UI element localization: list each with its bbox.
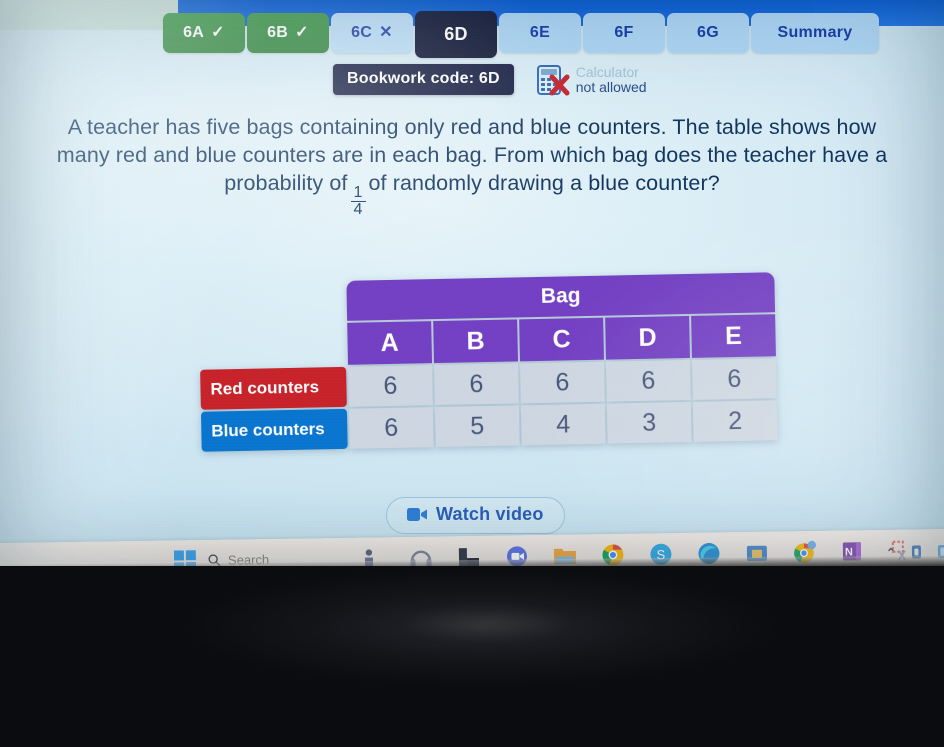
column-header-d: D: [605, 315, 690, 360]
tab-6b[interactable]: 6B ✓: [247, 13, 329, 53]
tab-6e-label: 6E: [529, 24, 551, 41]
tab-6a[interactable]: 6A ✓: [163, 13, 245, 53]
check-icon: ✓: [211, 24, 225, 41]
calculator-notice-line1: Calculator: [575, 63, 639, 80]
tab-6b-label: 6B: [267, 24, 289, 41]
column-header-b: B: [433, 319, 518, 364]
tab-6c-label: 6C: [351, 24, 373, 41]
table-corner-blank-2: [199, 323, 346, 368]
cell-blue-a: 6: [348, 407, 434, 449]
row-label-red-counters: Red counters: [200, 366, 347, 410]
question-line-1: A teacher has five bags containing only …: [67, 115, 831, 139]
question-text: A teacher has five bags containing only …: [52, 114, 892, 218]
calculator-not-allowed-icon: [536, 65, 570, 96]
watch-video-label: Watch video: [436, 504, 544, 524]
cell-blue-d: 3: [606, 401, 692, 444]
cell-blue-c: 4: [520, 403, 606, 446]
column-header-a: A: [347, 321, 433, 365]
dark-foreground-area: [0, 566, 944, 747]
check-icon: ✓: [295, 24, 309, 41]
counters-table-wrapper: Bag A B C D E Red counters 6 6 6 6 6 Blu…: [196, 270, 779, 454]
bookwork-code-badge: Bookwork code: 6D: [333, 63, 514, 95]
monitor-screen: 6A ✓ 6B ✓ 6C ✕ 6D 6E 6F 6G Summary Bookw…: [0, 0, 944, 600]
watch-video-button[interactable]: Watch video: [386, 497, 565, 534]
question-line-3-suffix: of randomly drawing a blue counter?: [368, 170, 720, 195]
tab-6e[interactable]: 6E: [499, 13, 581, 53]
tab-6g-label: 6G: [697, 24, 719, 41]
tab-6d-label: 6D: [444, 24, 468, 44]
row-label-blue-counters: Blue counters: [200, 408, 348, 452]
desk-reflection: [398, 606, 578, 640]
tab-6g[interactable]: 6G: [667, 13, 749, 53]
tab-summary[interactable]: Summary: [751, 13, 879, 53]
column-header-c: C: [519, 317, 604, 362]
bookwork-row: Bookwork code: 6D Calculator not allowed: [333, 62, 647, 96]
calculator-notice: Calculator not allowed: [536, 64, 647, 96]
calculator-notice-line2: not allowed: [575, 79, 647, 95]
cell-red-c: 6: [520, 361, 605, 404]
screenshot-root: 6A ✓ 6B ✓ 6C ✕ 6D 6E 6F 6G Summary Bookw…: [0, 0, 944, 747]
table-corner-blank: [198, 281, 345, 324]
cell-blue-b: 5: [434, 405, 520, 448]
tab-6d[interactable]: 6D: [415, 11, 497, 58]
cell-red-b: 6: [434, 363, 519, 406]
tab-6a-label: 6A: [183, 24, 205, 41]
fraction-one-quarter: 14: [350, 183, 366, 219]
tab-6c[interactable]: 6C ✕: [331, 13, 413, 53]
fraction-numerator: 1: [353, 183, 363, 201]
counters-table: Bag A B C D E Red counters 6 6 6 6 6 Blu…: [196, 270, 779, 454]
tab-6f-label: 6F: [614, 24, 634, 41]
top-band-left-edge: [0, 0, 178, 30]
calculator-notice-text: Calculator not allowed: [575, 63, 647, 95]
fraction-denominator: 4: [350, 200, 366, 218]
cell-blue-e: 2: [692, 400, 778, 442]
cell-red-a: 6: [348, 365, 433, 407]
task-tab-strip: 6A ✓ 6B ✓ 6C ✕ 6D 6E 6F 6G Summary: [163, 11, 879, 58]
cross-icon: ✕: [379, 24, 393, 41]
tab-6f[interactable]: 6F: [583, 13, 665, 53]
video-camera-icon: [407, 508, 427, 521]
table-caption-bag: Bag: [346, 272, 776, 321]
cell-red-d: 6: [606, 359, 691, 402]
cell-red-e: 6: [691, 358, 777, 400]
tab-summary-label: Summary: [777, 24, 853, 41]
column-header-e: E: [691, 314, 776, 358]
